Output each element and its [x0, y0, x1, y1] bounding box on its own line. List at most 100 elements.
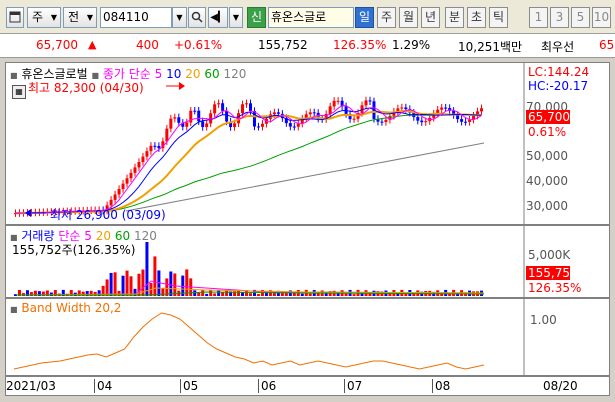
trade-amount: 10,251백만: [458, 40, 523, 54]
search-icon[interactable]: [188, 7, 206, 28]
volume-bar: [217, 290, 221, 296]
volume-bar: [121, 275, 125, 296]
volume-bar: [308, 293, 312, 296]
candle: [404, 107, 408, 110]
price-change: 400: [136, 38, 159, 52]
price-pane[interactable]: ■ 휴온스글로벌 ■ 종가 단순 5 10 20 60 120 ▦ 최고 82,…: [5, 62, 610, 225]
candle: [332, 100, 336, 107]
pv-select[interactable]: 전 ▼: [63, 7, 97, 28]
x-label-06: 06: [258, 379, 276, 393]
candle: [256, 126, 260, 128]
hc-value: HC:-20.17: [528, 79, 589, 93]
window-icon[interactable]: [6, 7, 24, 28]
volume-bar: [237, 290, 241, 296]
candle: [121, 183, 125, 190]
candle: [141, 156, 145, 163]
candle: [456, 114, 460, 120]
candle: [137, 162, 141, 168]
market-select[interactable]: 주 ▼: [27, 7, 61, 28]
candle: [420, 120, 424, 123]
candle: [400, 107, 404, 109]
period-tab[interactable]: 일: [355, 7, 374, 28]
volume-bar: [205, 293, 209, 296]
candle: [125, 178, 129, 184]
period-tab[interactable]: 년: [421, 7, 440, 28]
candle: [225, 110, 229, 122]
candle: [260, 123, 264, 127]
volume-note: 155,752주(126.35%): [12, 243, 136, 257]
volume-bar: [173, 273, 177, 296]
low-note: 최저 26,900 (03/09): [50, 208, 166, 222]
change-tag: 0.61%: [528, 125, 567, 139]
candle: [424, 121, 428, 123]
volume-bar: [352, 294, 356, 296]
volume-bar: [213, 293, 217, 296]
ma20-legend: 20: [185, 67, 201, 81]
bandwidth-legend: ■ Band Width 20,2: [10, 301, 121, 315]
ma5-legend: 5: [154, 67, 163, 81]
new-badge[interactable]: 신: [247, 7, 266, 28]
period-tab[interactable]: 분: [445, 7, 464, 28]
chevron-down-icon[interactable]: ▼: [229, 7, 243, 28]
volume-bar: [105, 279, 109, 296]
volume-bar: [209, 289, 213, 296]
candle: [205, 123, 209, 128]
candle: [464, 121, 468, 123]
period-tab[interactable]: 월: [399, 7, 418, 28]
candle: [129, 172, 133, 179]
candle: [185, 122, 189, 127]
period-tab[interactable]: 주: [377, 7, 396, 28]
volume-pane[interactable]: ■ 거래량 단순 5 20 60 120 155,752주(126.35%) 5…: [5, 225, 610, 298]
calendar-icon[interactable]: ▦: [12, 85, 26, 99]
period-tab[interactable]: 틱: [489, 7, 508, 28]
interval-button[interactable]: 5: [571, 7, 590, 28]
pv-label: 전: [68, 10, 80, 24]
quote-bar: 65,700 ▲ 400 +0.61% 155,752 126.35% 1.29…: [0, 34, 615, 58]
candle: [336, 100, 340, 102]
candle: [328, 106, 332, 115]
candle: [193, 110, 197, 112]
interval-button[interactable]: 3: [550, 7, 569, 28]
low-arrow-icon: [25, 209, 31, 217]
bandwidth-pane[interactable]: ■ Band Width 20,2 1.00: [5, 298, 610, 376]
vma120-legend: 120: [133, 229, 157, 243]
current-price: 65,700: [36, 38, 78, 52]
volume-bar: [404, 293, 408, 296]
x-label-07: 07: [344, 379, 362, 393]
volume-bar: [264, 292, 268, 296]
candle: [177, 117, 181, 123]
chevron-down-icon: ▼: [50, 13, 57, 22]
candle: [217, 103, 221, 105]
candle: [149, 145, 153, 152]
candle: [368, 100, 372, 102]
volume-bar: [153, 256, 157, 296]
volume-bar: [300, 293, 304, 296]
turnover-rate: 1.29%: [392, 38, 431, 52]
lc-value: LC:144.24: [528, 65, 590, 79]
interval-button[interactable]: 10: [592, 7, 611, 28]
toolbar: 주 ▼ 전 ▼ 084110 ▼ ◀▎ ▼ 신 휴온스글로 일주월년분초틱 1351…: [0, 0, 615, 34]
candle: [241, 104, 245, 114]
speaker-icon[interactable]: ◀▎: [208, 7, 228, 28]
price-tag: 65,700: [526, 110, 570, 124]
code-dropdown-icon[interactable]: ▼: [172, 7, 187, 28]
candle: [352, 118, 356, 120]
candle: [109, 199, 113, 206]
interval-button[interactable]: 1: [529, 7, 548, 28]
code-input[interactable]: 084110: [100, 7, 172, 28]
candle: [272, 112, 276, 115]
candle: [292, 126, 296, 128]
candle: [157, 146, 161, 149]
period-tab[interactable]: 초: [467, 7, 486, 28]
bw-axis-label: 1.00: [530, 313, 557, 327]
volume-bar: [201, 289, 205, 296]
x-label-04: 04: [94, 379, 112, 393]
bandwidth-legend-label: Band Width 20,2: [21, 301, 122, 315]
chevron-down-icon: ▼: [86, 13, 93, 22]
candle: [221, 103, 225, 111]
candle: [169, 118, 173, 129]
candle: [233, 123, 237, 128]
axis-30000: 30,000: [526, 199, 568, 213]
volume-bar: [249, 293, 252, 296]
high-note: 최고 82,300 (04/30): [28, 81, 144, 95]
